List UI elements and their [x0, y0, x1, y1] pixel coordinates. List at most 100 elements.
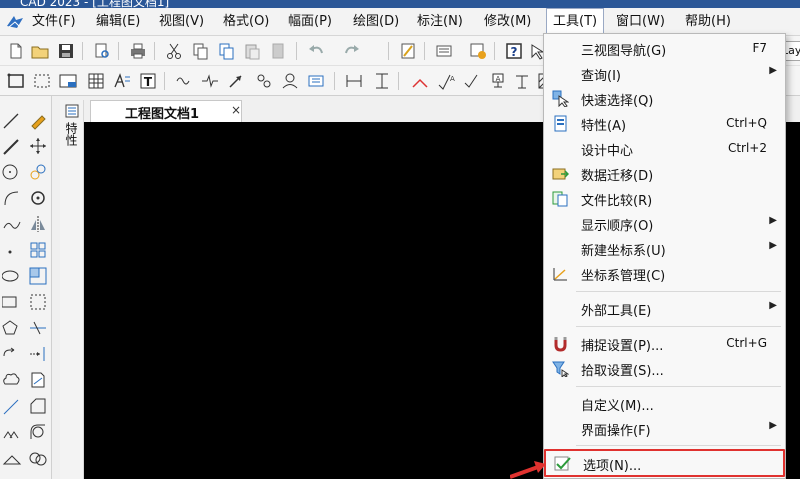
title-block-icon[interactable] [58, 71, 78, 91]
chamfer-tool-icon[interactable] [28, 396, 48, 416]
print-icon[interactable] [128, 41, 148, 61]
cloud-tool-icon[interactable] [2, 370, 22, 390]
plot-icon[interactable] [434, 41, 454, 61]
stretch-tool-icon[interactable] [28, 292, 48, 312]
menu-item-external-tools[interactable]: 外部工具(E) ▶ [544, 296, 785, 321]
menu-item-ucs-manage[interactable]: 坐标系管理(C) [544, 261, 785, 286]
toolbar-separator [154, 42, 155, 60]
menu-bar: 文件(F) 编辑(E) 视图(V) 格式(O) 幅面(P) 绘图(D) 标注(N… [0, 8, 800, 36]
leader-arrow-icon[interactable] [226, 71, 246, 91]
explode-tool-icon[interactable] [28, 448, 48, 468]
save-icon[interactable] [56, 41, 76, 61]
scale-tool-icon[interactable] [28, 266, 48, 286]
weld-symbol-icon[interactable] [462, 71, 482, 91]
properties-panel-tab[interactable]: 特性 [60, 100, 84, 479]
toolbar-separator [334, 72, 335, 90]
new-file-icon[interactable] [6, 41, 26, 61]
dimension-vertical-icon[interactable] [372, 71, 392, 91]
text-icon[interactable]: T [138, 71, 158, 91]
polyline-tool-icon[interactable] [2, 136, 22, 156]
redo-icon[interactable] [342, 41, 362, 61]
break-line-icon[interactable] [200, 71, 220, 91]
menu-item-display-order[interactable]: 显示顺序(O) ▶ [544, 211, 785, 236]
parts-list-icon[interactable] [112, 71, 132, 91]
menu-format[interactable]: 格式(O) [217, 8, 275, 36]
construction-line-icon[interactable] [2, 396, 22, 416]
save-as-icon[interactable] [468, 41, 488, 61]
polygon-tool-icon[interactable] [2, 318, 22, 338]
balloon-icon[interactable] [254, 71, 274, 91]
tolerance-icon[interactable] [512, 71, 532, 91]
tab-document-1[interactable]: 工程图文档1 × [90, 100, 242, 122]
rectangle-frame-icon[interactable] [6, 71, 26, 91]
spline-tool-icon[interactable] [2, 214, 22, 234]
menu-file[interactable]: 文件(F) [26, 8, 82, 36]
menu-tools[interactable]: 工具(T) [546, 8, 605, 36]
dashed-frame-icon[interactable] [32, 71, 52, 91]
menu-item-snap-settings[interactable]: 捕捉设置(P)... Ctrl+G [544, 331, 785, 356]
array-tool-icon[interactable] [28, 240, 48, 260]
menu-item-3view-navigation[interactable]: 三视图导航(G) F7 [544, 36, 785, 61]
copy-icon[interactable] [190, 41, 210, 61]
block-icon[interactable] [306, 71, 326, 91]
gradient-tool-icon[interactable] [2, 448, 22, 468]
close-icon[interactable]: × [231, 103, 241, 117]
paste-icon[interactable] [242, 41, 262, 61]
menu-item-options[interactable]: 选项(N)... [544, 449, 785, 477]
menu-modify[interactable]: 修改(M) [478, 8, 537, 36]
move-tool-icon[interactable] [28, 136, 48, 156]
menu-item-customize[interactable]: 自定义(M)... [544, 391, 785, 416]
menu-item-design-center[interactable]: 设计中心 Ctrl+2 [544, 136, 785, 161]
circle-tool-icon[interactable] [2, 162, 22, 182]
menu-window[interactable]: 窗口(W) [610, 8, 671, 36]
menu-item-new-ucs[interactable]: 新建坐标系(U) ▶ [544, 236, 785, 261]
menu-help[interactable]: 帮助(H) [679, 8, 737, 36]
tools-menu-dropdown: 三视图导航(G) F7 查询(I) ▶ 快速选择(Q) 特性(A) Ctrl+Q… [543, 33, 786, 479]
open-folder-icon[interactable] [30, 41, 50, 61]
break-tool-icon[interactable] [28, 370, 48, 390]
print-preview-icon[interactable] [92, 41, 112, 61]
point-tool-icon[interactable] [2, 240, 22, 260]
trim-tool-icon[interactable] [28, 318, 48, 338]
datum-icon[interactable]: A [488, 71, 508, 91]
table-icon[interactable] [86, 71, 106, 91]
line-tool-icon[interactable] [2, 110, 22, 130]
properties-doc-icon[interactable] [398, 41, 418, 61]
revcloud-tool-icon[interactable] [2, 344, 22, 364]
rectangle-tool-icon[interactable] [2, 292, 22, 312]
fillet-tool-icon[interactable] [28, 422, 48, 442]
surface-finish-icon[interactable]: A [436, 71, 456, 91]
ellipse-tool-icon[interactable] [2, 266, 22, 286]
copy-tool-icon[interactable] [28, 162, 48, 182]
menu-item-file-compare[interactable]: 文件比较(R) [544, 186, 785, 211]
cut-icon[interactable] [164, 41, 184, 61]
menu-item-data-migration[interactable]: 数据迁移(D) [544, 161, 785, 186]
menu-draw[interactable]: 绘图(D) [347, 8, 405, 36]
menu-item-ui-operations[interactable]: 界面操作(F) ▶ [544, 416, 785, 441]
menu-item-query[interactable]: 查询(I) ▶ [544, 61, 785, 86]
angle-dimension-icon[interactable] [410, 71, 430, 91]
rotate-tool-icon[interactable] [28, 188, 48, 208]
arc-tool-icon[interactable] [2, 188, 22, 208]
menu-item-pick-settings[interactable]: 拾取设置(S)... [544, 356, 785, 381]
mirror-tool-icon[interactable] [28, 214, 48, 234]
extend-tool-icon[interactable] [28, 344, 48, 364]
undo-icon[interactable] [306, 41, 326, 61]
pencil-icon[interactable] [28, 110, 48, 130]
menu-item-quick-select[interactable]: 快速选择(Q) [544, 86, 785, 111]
toolbar-separator [164, 72, 165, 90]
user-symbol-icon[interactable] [280, 71, 300, 91]
menu-dimension[interactable]: 标注(N) [411, 8, 469, 36]
help-icon[interactable]: ? [504, 41, 524, 61]
centerline-icon[interactable] [174, 71, 194, 91]
menu-view[interactable]: 视图(V) [153, 8, 210, 36]
toolbar-separator [118, 42, 119, 60]
copy-with-basepoint-icon[interactable] [216, 41, 236, 61]
menu-sheet[interactable]: 幅面(P) [282, 8, 338, 36]
dimension-icon[interactable] [344, 71, 364, 91]
menu-edit[interactable]: 编辑(E) [90, 8, 146, 36]
app-logo-icon[interactable] [6, 14, 24, 30]
paste-special-icon[interactable] [268, 41, 288, 61]
menu-item-properties[interactable]: 特性(A) Ctrl+Q [544, 111, 785, 136]
hatch-tool-icon[interactable] [2, 422, 22, 442]
